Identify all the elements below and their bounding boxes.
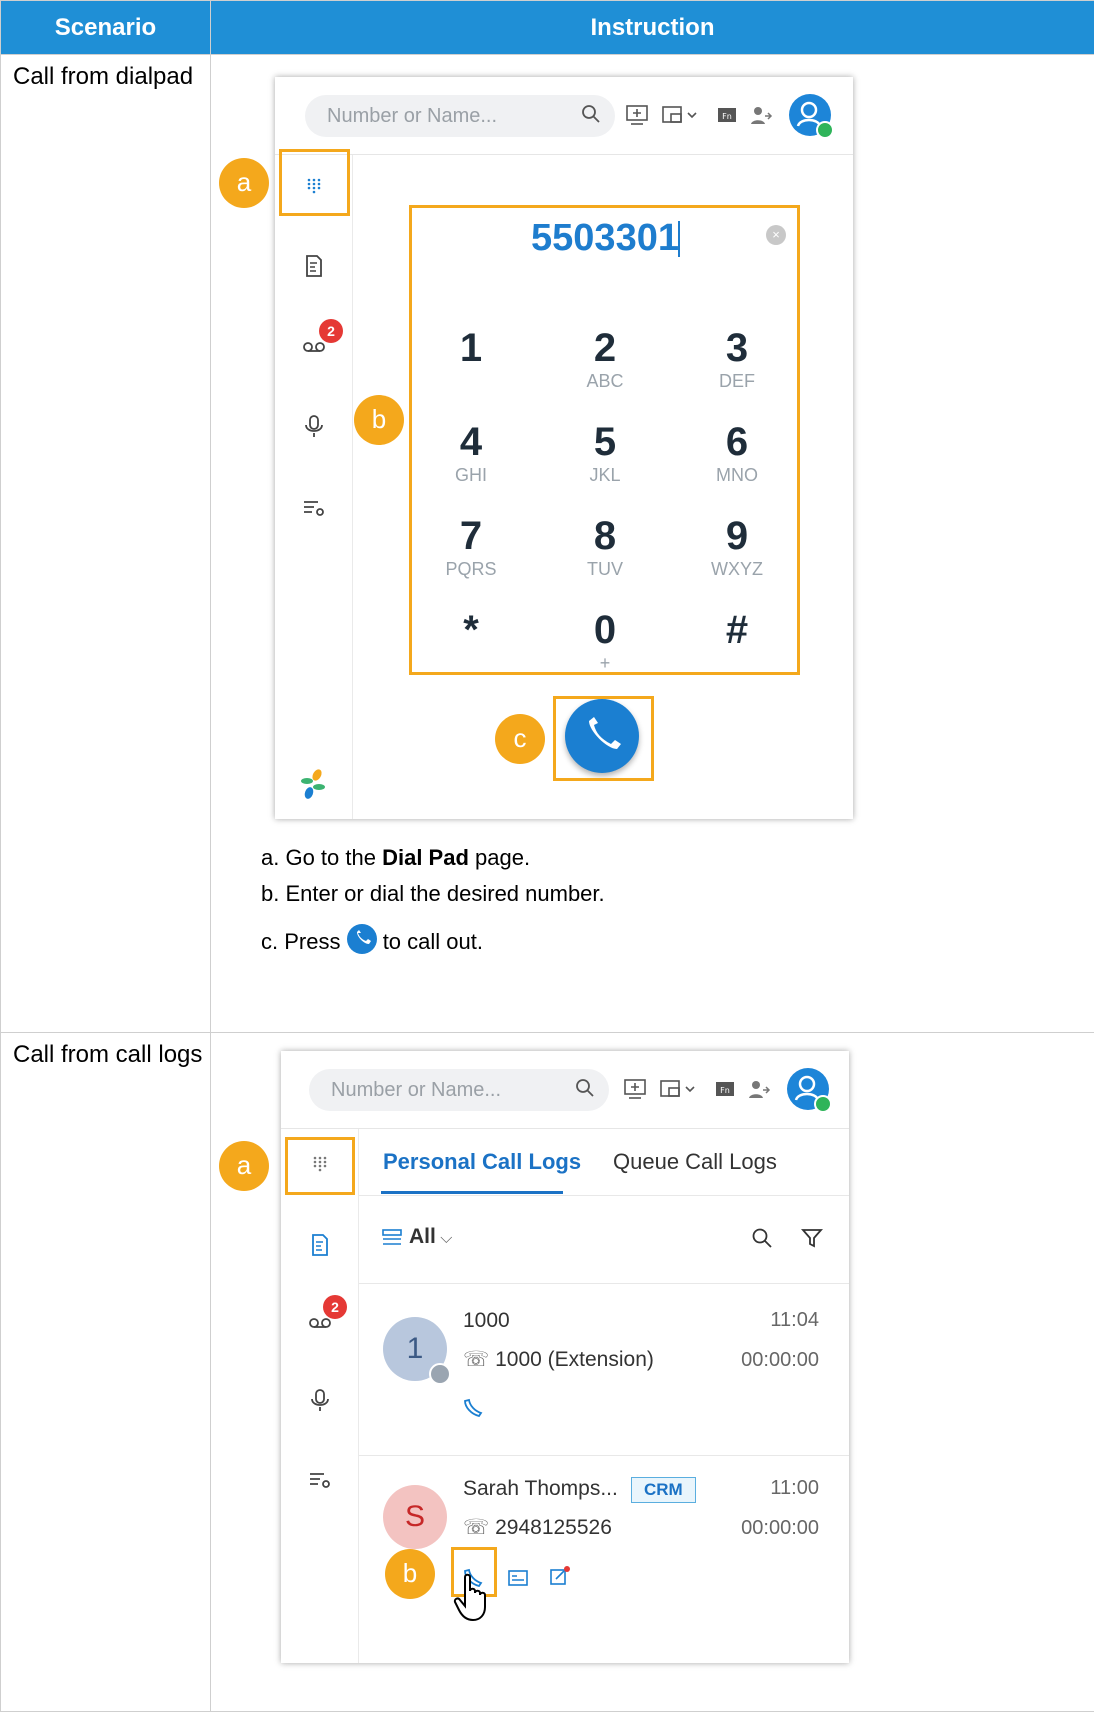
outgoing-call-icon: ☏ (463, 1516, 495, 1539)
call-icon (347, 924, 377, 954)
instruction-cell: Number or Name... Fn (211, 55, 1094, 1033)
chevron-down-icon: ⌵ (436, 1230, 453, 1247)
filter-all-dropdown[interactable]: All ⌵ (409, 1225, 452, 1249)
marker-a: a (219, 158, 269, 208)
highlight-dialpad (409, 205, 800, 675)
header-instruction: Instruction (211, 1, 1094, 55)
call-logs-nav-icon[interactable] (307, 1232, 333, 1258)
highlight-call-button (553, 696, 654, 781)
log-time: 11:00 (699, 1477, 819, 1500)
call-logs-window: Number or Name... Fn (281, 1051, 849, 1663)
log-duration: 00:00:00 (699, 1517, 819, 1540)
call-logs-nav-icon[interactable] (301, 253, 327, 279)
transfer-user-icon[interactable] (747, 1077, 771, 1101)
highlight-call-logs-nav (285, 1137, 355, 1195)
step-a: a. Go to the Dial Pad page. (261, 843, 530, 873)
contact-card-icon[interactable] (507, 1567, 529, 1589)
transfer-user-icon[interactable] (749, 103, 773, 127)
user-avatar[interactable] (789, 94, 831, 136)
top-bar: Number or Name... Fn (281, 1051, 849, 1129)
recording-nav-icon[interactable] (301, 413, 327, 439)
incoming-call-icon: ☏ (463, 1348, 495, 1371)
search-icon[interactable] (751, 1227, 773, 1249)
sidebar: 2 (281, 1129, 359, 1663)
call-back-icon[interactable] (463, 1397, 485, 1419)
divider (359, 1195, 849, 1196)
search-icon[interactable] (581, 104, 601, 124)
scenario-cell: Call from call logs (1, 1033, 211, 1712)
voicemail-badge: 2 (323, 1295, 347, 1319)
extension-badge-icon (429, 1363, 451, 1385)
function-key-icon[interactable]: Fn (715, 103, 739, 127)
scenario-label: Call from dialpad (1, 55, 210, 91)
log-name: 1000 (463, 1309, 510, 1333)
voicemail-badge: 2 (319, 319, 343, 343)
tab-active-indicator (381, 1191, 563, 1194)
table-row: Call from dialpad Number or Name... Fn (1, 55, 1094, 1033)
online-status-icon (816, 121, 834, 139)
note-edit-icon[interactable] (549, 1565, 571, 1587)
recording-nav-icon[interactable] (307, 1387, 333, 1413)
marker-b: b (354, 395, 404, 445)
scenario-cell: Call from dialpad (1, 55, 211, 1033)
highlight-dialpad-nav (279, 149, 350, 216)
table-header-row: Scenario Instruction (1, 1, 1094, 55)
sidebar: 2 (275, 155, 353, 819)
list-item[interactable]: 1 1000 ☏ 1000 (Extension) 11:04 00:00:00 (359, 1283, 849, 1455)
layout-dropdown-icon[interactable] (661, 103, 701, 127)
search-input[interactable]: Number or Name... (309, 1069, 609, 1111)
svg-text:Fn: Fn (720, 1086, 730, 1095)
function-key-icon[interactable]: Fn (713, 1077, 737, 1101)
share-screen-icon[interactable] (625, 103, 649, 127)
log-number: ☏ 1000 (Extension) (463, 1347, 654, 1372)
search-icon[interactable] (575, 1078, 595, 1098)
log-duration: 00:00:00 (699, 1349, 819, 1372)
contact-avatar: S (383, 1485, 447, 1549)
instruction-cell: Number or Name... Fn (211, 1033, 1094, 1712)
share-screen-icon[interactable] (623, 1077, 647, 1101)
scenario-label: Call from call logs (1, 1033, 210, 1069)
filter-funnel-icon[interactable] (801, 1227, 823, 1249)
svg-text:Fn: Fn (722, 112, 732, 121)
settings-nav-icon[interactable] (301, 495, 327, 521)
crm-badge: CRM (631, 1477, 696, 1503)
tab-personal-call-logs[interactable]: Personal Call Logs (383, 1149, 581, 1175)
user-avatar[interactable] (787, 1068, 829, 1110)
marker-a: a (219, 1141, 269, 1191)
search-placeholder: Number or Name... (327, 105, 497, 127)
log-number: ☏ 2948125526 (463, 1515, 612, 1540)
filter-list-icon[interactable] (381, 1227, 403, 1249)
layout-dropdown-icon[interactable] (659, 1077, 699, 1101)
log-name: Sarah Thomps... (463, 1477, 618, 1501)
step-c: c. Press to call out. (261, 927, 483, 958)
instruction-table: Scenario Instruction Call from dialpad N… (0, 0, 1094, 1712)
tab-queue-call-logs[interactable]: Queue Call Logs (613, 1149, 777, 1175)
online-status-icon (814, 1095, 832, 1113)
list-item[interactable]: S Sarah Thomps... CRM ☏ 2948125526 11:00… (359, 1455, 849, 1663)
search-placeholder: Number or Name... (331, 1079, 501, 1101)
settings-nav-icon[interactable] (307, 1467, 333, 1493)
log-time: 11:04 (699, 1309, 819, 1332)
hand-cursor-icon (453, 1571, 493, 1623)
search-input[interactable]: Number or Name... (305, 95, 615, 137)
marker-c: c (495, 714, 545, 764)
header-scenario: Scenario (1, 1, 211, 55)
top-bar: Number or Name... Fn (275, 77, 853, 155)
step-b: b. Enter or dial the desired number. (261, 879, 605, 909)
app-logo-icon (295, 767, 331, 803)
table-row: Call from call logs Number or Name... Fn (1, 1033, 1094, 1712)
marker-b: b (385, 1549, 435, 1599)
